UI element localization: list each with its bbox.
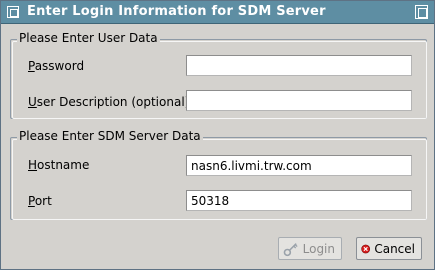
server-data-panel: Please Enter SDM Server Data Hostname Po… — [10, 129, 427, 220]
port-label: Port — [28, 194, 52, 208]
cancel-button[interactable]: Cancel — [356, 237, 422, 260]
hostname-label-mnemonic: H — [28, 158, 38, 172]
user-description-label-mnemonic: U — [28, 95, 37, 109]
port-label-mnemonic: P — [28, 194, 35, 208]
login-button-label: Login — [302, 241, 335, 256]
user-description-field[interactable] — [186, 90, 412, 111]
hostname-label-text: ostname — [37, 158, 90, 172]
login-button[interactable]: Login — [278, 237, 342, 260]
password-label: Password — [28, 59, 84, 73]
user-description-label: User Description (optional) — [28, 95, 189, 109]
window-menu-icon[interactable] — [7, 6, 19, 18]
window-title: Enter Login Information for SDM Server — [27, 4, 326, 19]
title-bar[interactable]: Enter Login Information for SDM Server — [1, 1, 434, 24]
server-data-legend: Please Enter SDM Server Data — [17, 129, 203, 143]
port-label-text: ort — [34, 194, 52, 208]
cancel-button-label: Cancel — [374, 241, 415, 256]
port-field[interactable] — [186, 190, 412, 211]
user-description-label-text: ser Description (optional) — [36, 95, 190, 109]
key-icon — [283, 242, 298, 256]
hostname-field[interactable] — [186, 155, 412, 176]
password-label-mnemonic: P — [28, 59, 35, 73]
cancel-icon — [361, 244, 371, 253]
login-dialog: Enter Login Information for SDM Server P… — [0, 0, 435, 270]
maximize-icon[interactable] — [415, 5, 428, 19]
user-data-panel: Please Enter User Data Password User Des… — [10, 31, 427, 119]
password-label-text: assword — [34, 59, 85, 73]
user-data-legend: Please Enter User Data — [17, 31, 160, 45]
hostname-label: Hostname — [28, 158, 89, 172]
password-field[interactable] — [186, 55, 412, 76]
